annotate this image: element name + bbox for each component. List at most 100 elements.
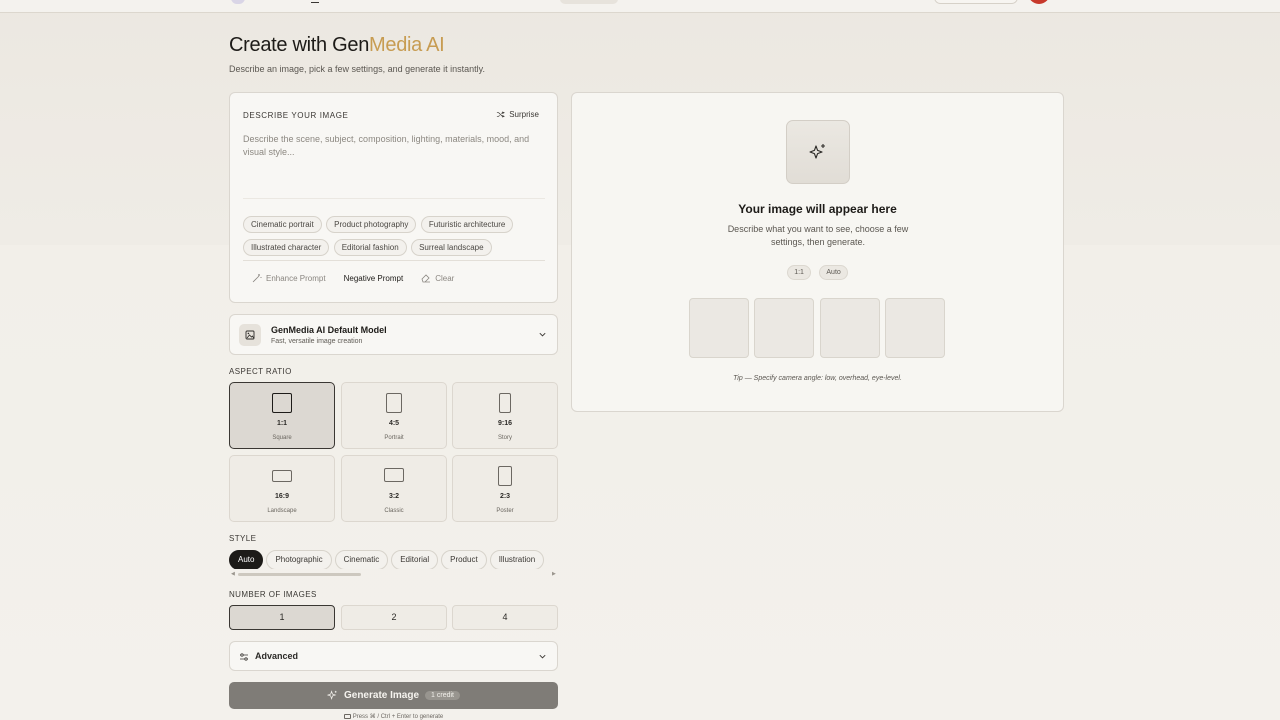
- prompt-actions: Enhance Prompt Negative Prompt Clear: [252, 273, 454, 283]
- aspect-option-4-5[interactable]: 4:5 Portrait: [341, 382, 447, 449]
- model-selector[interactable]: GenMedia AI Default Model Fast, versatil…: [229, 314, 558, 355]
- credits-pill[interactable]: [934, 0, 1018, 4]
- style-option-auto[interactable]: Auto: [229, 550, 264, 569]
- aspect-option-3-2[interactable]: 3:2 Classic: [341, 455, 447, 522]
- aspect-value: 1:1: [276, 420, 288, 427]
- enhance-prompt-label: Enhance Prompt: [266, 273, 326, 283]
- enhance-prompt-button[interactable]: Enhance Prompt: [252, 273, 326, 283]
- preview-tag-ratio: 1:1: [787, 265, 811, 280]
- chevron-down-icon: [539, 654, 546, 659]
- suggestion-chip[interactable]: Surreal landscape: [411, 239, 492, 256]
- clear-label: Clear: [435, 273, 455, 283]
- scroll-left-arrow[interactable]: ◀: [231, 571, 235, 577]
- surprise-label: Surprise: [509, 110, 539, 119]
- style-option-illustration[interactable]: Illustration: [489, 550, 545, 569]
- aspect-name: Story: [497, 435, 512, 441]
- aspect-value: 9:16: [497, 420, 512, 427]
- prompt-input[interactable]: Describe the scene, subject, composition…: [243, 133, 545, 199]
- num-images-option-2[interactable]: 2: [341, 605, 447, 630]
- image-icon: [245, 330, 255, 340]
- keyboard-hint-text: Press ⌘ / Ctrl + Enter to generate: [352, 714, 444, 720]
- user-avatar[interactable]: [1028, 0, 1050, 4]
- style-option-photographic[interactable]: Photographic: [266, 550, 332, 569]
- preview-tags: 1:1 Auto: [572, 261, 1063, 280]
- story-ratio-icon: [499, 393, 511, 413]
- aspect-name: Portrait: [384, 435, 404, 441]
- generate-image-button[interactable]: Generate Image 1 credit: [229, 682, 558, 709]
- aspect-name: Square: [272, 435, 292, 441]
- style-option-editorial[interactable]: Editorial: [391, 550, 439, 569]
- search-bar[interactable]: [560, 0, 618, 4]
- suggestion-chips: Cinematic portrait Product photography F…: [243, 214, 548, 260]
- preview-description: Describe what you want to see, choose a …: [727, 224, 909, 247]
- chevron-down-icon: [539, 332, 546, 337]
- poster-ratio-icon: [498, 466, 512, 486]
- generate-label: Generate Image: [343, 690, 420, 701]
- aspect-ratio-label: ASPECT RATIO: [229, 367, 292, 376]
- negative-prompt-button[interactable]: Negative Prompt: [344, 274, 404, 283]
- preview-placeholder-tile: [786, 120, 850, 184]
- prompt-card: DESCRIBE YOUR IMAGE Surprise Describe th…: [229, 92, 558, 303]
- surprise-shuffle-icon: [497, 111, 506, 118]
- thumbnail-placeholder: [885, 298, 945, 358]
- app-logo[interactable]: [231, 0, 245, 4]
- sparkle-icon: [326, 690, 337, 700]
- advanced-label: Advanced: [255, 651, 299, 661]
- aspect-option-1-1[interactable]: 1:1 Square: [229, 382, 335, 449]
- advanced-toggle[interactable]: Advanced: [229, 641, 558, 671]
- preview-tag-style: Auto: [819, 265, 848, 280]
- prompt-label: DESCRIBE YOUR IMAGE: [243, 111, 349, 120]
- clear-button[interactable]: Clear: [421, 273, 454, 283]
- thumbnail-placeholder: [689, 298, 749, 358]
- aspect-value: 3:2: [388, 493, 400, 500]
- aspect-option-2-3[interactable]: 2:3 Poster: [452, 455, 558, 522]
- suggestion-chip[interactable]: Product photography: [326, 216, 417, 233]
- model-description: Fast, versatile image creation: [271, 338, 363, 345]
- keyboard-icon: [343, 713, 351, 719]
- style-option-product[interactable]: Product: [441, 550, 487, 569]
- num-images-option-4[interactable]: 4: [452, 605, 558, 630]
- page-title-prefix: Create with Gen: [229, 34, 370, 56]
- sliders-icon: [240, 653, 248, 661]
- classic-ratio-icon: [384, 468, 404, 482]
- preview-panel: Your image will appear here Describe wha…: [571, 92, 1064, 412]
- suggestion-chip[interactable]: Futuristic architecture: [420, 216, 514, 233]
- aspect-name: Poster: [496, 508, 514, 514]
- aspect-option-16-9[interactable]: 16:9 Landscape: [229, 455, 335, 522]
- sparkle-icon: [809, 144, 825, 159]
- menu-icon[interactable]: [311, 0, 319, 3]
- page-title: Create with GenMedia AI: [229, 34, 445, 57]
- keyboard-hint: Press ⌘ / Ctrl + Enter to generate: [0, 713, 787, 720]
- thumbnail-placeholder: [754, 298, 814, 358]
- aspect-value: 4:5: [388, 420, 400, 427]
- suggestion-chip[interactable]: Editorial fashion: [333, 239, 407, 256]
- credit-badge: 1 credit: [425, 691, 460, 700]
- aspect-value: 16:9: [274, 493, 289, 500]
- style-label: STYLE: [229, 534, 257, 543]
- style-option-cinematic[interactable]: Cinematic: [334, 550, 389, 569]
- aspect-value: 2:3: [499, 493, 511, 500]
- preview-title: Your image will appear here: [738, 202, 897, 216]
- portrait-ratio-icon: [386, 393, 402, 413]
- page-subtitle: Describe an image, pick a few settings, …: [229, 64, 485, 74]
- top-navigation-bar: [0, 0, 1280, 13]
- aspect-name: Landscape: [267, 508, 297, 514]
- landscape-ratio-icon: [272, 470, 292, 482]
- prompt-divider: [243, 260, 545, 261]
- suggestion-chip[interactable]: Illustrated character: [243, 239, 330, 256]
- style-options: Auto Photographic Cinematic Editorial Produc…: [229, 549, 558, 569]
- aspect-name: Classic: [384, 508, 404, 514]
- num-images-option-1[interactable]: 1: [229, 605, 335, 630]
- style-scrollbar[interactable]: [238, 573, 361, 576]
- suggestion-chip[interactable]: Cinematic portrait: [243, 216, 322, 233]
- model-name: GenMedia AI Default Model: [271, 325, 387, 335]
- scroll-right-arrow[interactable]: ▶: [552, 571, 556, 577]
- preview-tip: Tip — Specify camera angle: low, overhea…: [733, 375, 902, 382]
- negative-prompt-label: Negative Prompt: [343, 273, 404, 283]
- surprise-button[interactable]: Surprise: [496, 110, 539, 119]
- prompt-placeholder: Describe the scene, subject, composition…: [243, 134, 530, 157]
- magic-wand-icon: [252, 274, 262, 283]
- aspect-option-9-16[interactable]: 9:16 Story: [452, 382, 558, 449]
- eraser-icon: [421, 274, 431, 283]
- page-title-accent: Media AI: [369, 34, 445, 56]
